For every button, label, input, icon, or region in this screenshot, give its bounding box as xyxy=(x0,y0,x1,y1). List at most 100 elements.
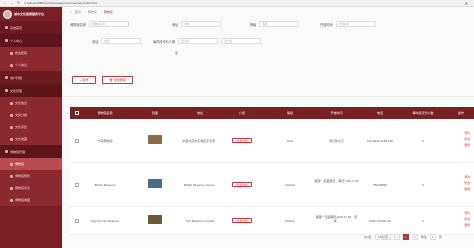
batch-delete-button[interactable]: 🗑 批量删除 xyxy=(102,76,133,84)
goto-page-input[interactable]: 1 xyxy=(429,234,436,240)
cell-grade: AAA xyxy=(286,139,293,143)
sidebar-item-label: 系统首页 xyxy=(10,25,23,30)
star-icon xyxy=(10,198,13,202)
filter-phone: 电话 电话 xyxy=(92,38,142,44)
sidebar-item-label: 文化评论 xyxy=(15,125,28,129)
row-checkbox[interactable] xyxy=(75,219,79,223)
sidebar-item-home[interactable]: 系统首页 xyxy=(0,21,62,34)
delete-button[interactable]: 删除 xyxy=(464,143,470,147)
breadcrumb-home[interactable]: 首页 xyxy=(75,10,81,14)
trash-icon: 🗑 xyxy=(109,78,113,82)
filter-label: 每时段可约人数 xyxy=(153,39,176,44)
intro-detail-button[interactable]: 内容详情 xyxy=(232,182,252,187)
row-checkbox[interactable] xyxy=(75,183,79,187)
phone-input[interactable]: 电话 xyxy=(101,38,142,44)
cell-phone: 85415555 xyxy=(373,183,387,187)
sidebar-item-personal[interactable]: 个人中心 xyxy=(0,34,62,47)
intro-detail-button[interactable]: 内容详情 xyxy=(232,218,252,223)
row-checkbox[interactable] xyxy=(75,139,79,143)
cell-phone: 0222-101001-69 xyxy=(368,219,392,223)
sidebar-item-museum-favorites[interactable]: 博物馆收藏 xyxy=(0,194,62,206)
name-input[interactable]: 博物馆名称 xyxy=(88,21,129,27)
count-max-input[interactable]: 最大值 xyxy=(221,38,262,44)
cell-name: Virginia City Museum xyxy=(90,219,120,223)
book-button[interactable]: 预约 xyxy=(464,175,470,179)
filter-grade: 等级 等级 xyxy=(250,21,300,27)
edit-button[interactable]: 修改 xyxy=(464,137,470,141)
home-icon[interactable]: ⌂ xyxy=(70,10,72,14)
cell-address: 中国北京市东城区东长安... xyxy=(182,139,218,143)
cover-image xyxy=(148,215,162,224)
sidebar-item-label: 博物馆预约 xyxy=(15,174,31,178)
breadcrumb-section[interactable]: 博物馆 xyxy=(88,10,97,14)
sidebar-item-culture-info[interactable]: 文化信息 xyxy=(0,97,62,109)
intro-detail-button[interactable]: 内容详情 xyxy=(232,138,252,143)
cell-hours: 周日休之日 xyxy=(328,139,344,143)
page-size-select[interactable]: 10条/页 xyxy=(374,234,391,240)
row-actions: 预约 修改 删除 xyxy=(464,211,470,227)
sidebar-item-label: 个人信息 xyxy=(15,63,28,67)
sidebar-item-culture-favorites[interactable]: 文化收藏 xyxy=(0,133,62,145)
browser-address-bar: ← → ↻ localhost:8080/xxx/front/pages/wen… xyxy=(0,0,474,7)
edit-button[interactable]: 修改 xyxy=(464,181,470,185)
comment-icon xyxy=(10,125,13,129)
breadcrumb-separator: / xyxy=(83,10,85,14)
row-actions: 预约 修改 删除 xyxy=(464,175,470,191)
breadcrumb-separator: / xyxy=(99,10,101,14)
book-button[interactable]: 预约 xyxy=(464,131,470,135)
cell-name: British Museum xyxy=(94,183,116,187)
sidebar-item-label: 博物馆收藏 xyxy=(15,198,31,202)
delete-button[interactable]: 删除 xyxy=(464,223,470,227)
cell-grade: AAAAA xyxy=(284,219,295,223)
profile-icon xyxy=(10,63,13,67)
cell-hours: 星期一至星期五9:00-17:00，周末... xyxy=(315,215,358,223)
forward-icon[interactable]: → xyxy=(10,1,14,5)
sidebar-menu: 系统首页 个人中心 修改密码 个人信息 用户管理 文化管理 文化信息 文化分类 … xyxy=(0,21,62,206)
sidebar-item-museum-mgmt[interactable]: 博物馆管理 xyxy=(0,145,62,158)
sidebar-item-label: 文化分类 xyxy=(15,113,28,117)
filter-label: 电话 xyxy=(92,39,99,44)
sidebar-item-culture[interactable]: 文化管理 xyxy=(0,84,62,97)
museum-icon xyxy=(10,162,13,166)
page-button-1[interactable]: 1 xyxy=(402,234,409,240)
close-icon[interactable]: ✕ xyxy=(465,1,468,6)
sidebar-item-password[interactable]: 修改密码 xyxy=(0,47,62,59)
delete-button[interactable]: 删除 xyxy=(464,187,470,191)
prev-page-button[interactable]: < xyxy=(393,234,400,240)
culture-icon xyxy=(5,89,8,92)
app-logo xyxy=(3,9,12,19)
sidebar-item-label: 博物馆 xyxy=(15,162,25,166)
calendar-icon xyxy=(10,174,13,178)
sidebar-item-users[interactable]: 用户管理 xyxy=(0,71,62,84)
reload-icon[interactable]: ↻ xyxy=(17,1,20,5)
sidebar-item-culture-comments[interactable]: 文化评论 xyxy=(0,121,62,133)
app-logo-row: 城市文化旅游服务平台 xyxy=(0,7,62,21)
sidebar-item-profile[interactable]: 个人信息 xyxy=(0,59,62,71)
next-page-button[interactable]: > xyxy=(411,234,418,240)
sidebar-item-label: 博物馆管理 xyxy=(10,149,26,154)
select-all-checkbox[interactable] xyxy=(75,111,79,115)
opening-input[interactable]: 开放时间 xyxy=(335,21,376,27)
cell-count: 6 xyxy=(422,139,424,143)
back-icon[interactable]: ← xyxy=(3,1,7,5)
col-header-cover: 封面 xyxy=(151,111,158,115)
user-icon xyxy=(5,39,8,42)
add-button[interactable]: + 新增 xyxy=(72,76,96,84)
sidebar-item-museum-booking[interactable]: 博物馆预约 xyxy=(0,170,62,182)
goto-label: 前往 xyxy=(420,235,427,239)
url-field[interactable]: localhost:8080/xxx/front/pages/wenhuacha… xyxy=(24,1,97,5)
grade-input[interactable]: 等级 xyxy=(259,21,300,27)
address-input[interactable]: 地址 xyxy=(181,21,222,27)
sidebar-item-museum[interactable]: 博物馆 xyxy=(0,158,62,170)
cell-address: British Museum, Great... xyxy=(183,183,217,187)
book-button[interactable]: 预约 xyxy=(464,211,470,215)
sidebar-item-museum-comments[interactable]: 博物馆评论 xyxy=(0,182,62,194)
divider xyxy=(62,96,474,97)
sidebar-item-culture-category[interactable]: 文化分类 xyxy=(0,109,62,121)
total-count: 共3条 xyxy=(364,235,372,239)
count-min-input[interactable]: 最小值 xyxy=(178,38,219,44)
sidebar-item-label: 博物馆评论 xyxy=(15,186,31,190)
row-actions: 预约 修改 删除 xyxy=(464,131,470,147)
edit-button[interactable]: 修改 xyxy=(464,217,470,221)
filter-label: 地址 xyxy=(172,22,179,27)
